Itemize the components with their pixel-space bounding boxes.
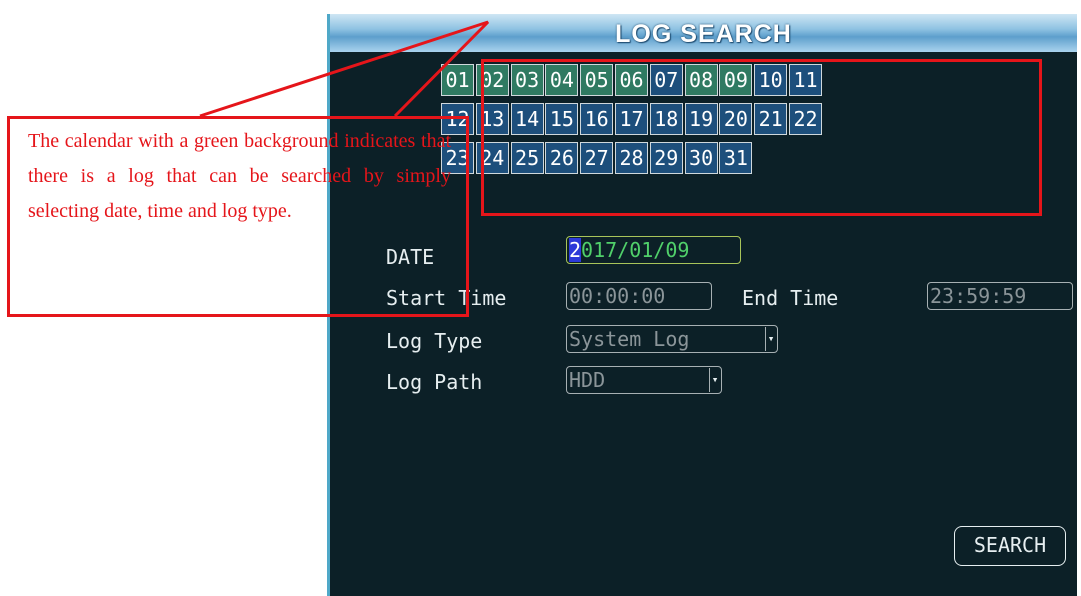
annotation-text: The calendar with a green background ind… <box>28 130 451 222</box>
calendar-highlight-box <box>481 59 1042 216</box>
